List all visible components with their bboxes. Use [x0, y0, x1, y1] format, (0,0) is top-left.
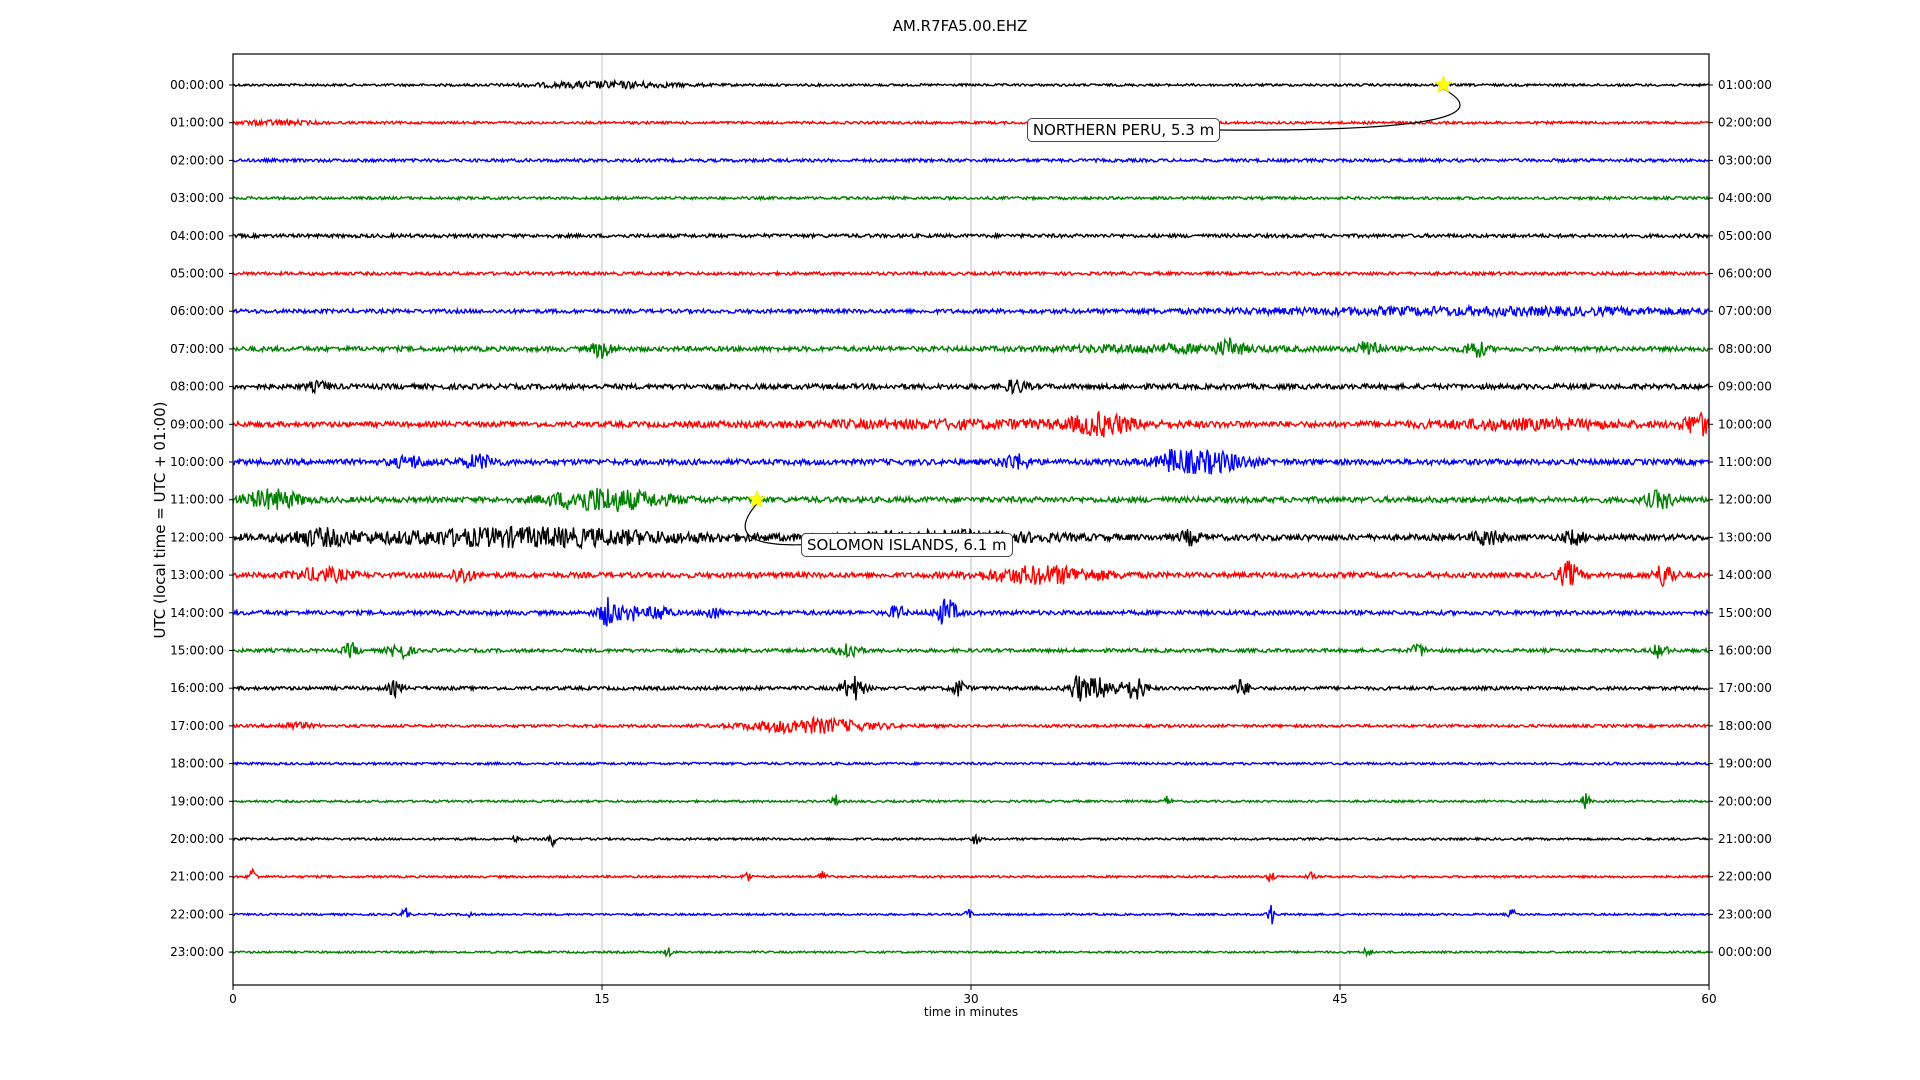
left-tick-label: 18:00:00	[170, 757, 224, 771]
right-tick-label: 03:00:00	[1718, 153, 1772, 167]
x-tick-label: 0	[229, 992, 237, 1006]
left-tick-label: 04:00:00	[170, 229, 224, 243]
left-tick-label: 14:00:00	[170, 606, 224, 620]
left-tick-label: 19:00:00	[170, 794, 224, 808]
x-axis-label: time in minutes	[924, 1005, 1018, 1019]
left-tick-label: 20:00:00	[170, 832, 224, 846]
left-tick-label: 17:00:00	[170, 719, 224, 733]
right-tick-label: 18:00:00	[1718, 719, 1772, 733]
event-annotation: SOLOMON ISLANDS, 6.1 m	[800, 532, 1013, 557]
left-axis: 00:00:00 01:00:00 02:00:00 03:00:00 04:00:00…	[170, 78, 233, 959]
right-tick-label: 20:00:00	[1718, 794, 1772, 808]
left-tick-label: 02:00:00	[170, 153, 224, 167]
right-tick-label: 14:00:00	[1718, 568, 1772, 582]
annotation-connector	[744, 503, 801, 546]
left-tick-label: 16:00:00	[170, 681, 224, 695]
left-tick-label: 08:00:00	[170, 380, 224, 394]
right-tick-label: 22:00:00	[1718, 870, 1772, 884]
left-tick-label: 07:00:00	[170, 342, 224, 356]
right-tick-label: 05:00:00	[1718, 229, 1772, 243]
right-tick-label: 13:00:00	[1718, 530, 1772, 544]
left-tick-label: 12:00:00	[170, 530, 224, 544]
right-tick-label: 10:00:00	[1718, 417, 1772, 431]
x-tick-label: 45	[1332, 992, 1347, 1006]
left-tick-label: 15:00:00	[170, 644, 224, 658]
x-axis: 0 15 30 45 60	[229, 985, 1717, 1006]
right-tick-label: 15:00:00	[1718, 606, 1772, 620]
right-tick-label: 19:00:00	[1718, 757, 1772, 771]
left-tick-label: 22:00:00	[170, 907, 224, 921]
right-tick-label: 06:00:00	[1718, 267, 1772, 281]
left-tick-label: 23:00:00	[170, 945, 224, 959]
right-axis: 01:00:00 02:00:00 03:00:00 04:00:00 05:00:00…	[1709, 78, 1772, 959]
left-tick-label: 21:00:00	[170, 870, 224, 884]
right-tick-label: 08:00:00	[1718, 342, 1772, 356]
x-tick-label: 30	[963, 992, 978, 1006]
right-tick-label: 23:00:00	[1718, 907, 1772, 921]
y-axis-label: UTC (local time = UTC + 01:00)	[151, 402, 169, 639]
right-tick-label: 21:00:00	[1718, 832, 1772, 846]
left-tick-label: 11:00:00	[170, 493, 224, 507]
left-tick-label: 10:00:00	[170, 455, 224, 469]
left-tick-label: 00:00:00	[170, 78, 224, 92]
right-tick-label: 11:00:00	[1718, 455, 1772, 469]
left-tick-label: 03:00:00	[170, 191, 224, 205]
left-tick-label: 05:00:00	[170, 267, 224, 281]
right-tick-label: 12:00:00	[1718, 493, 1772, 507]
right-tick-label: 02:00:00	[1718, 116, 1772, 130]
event-star-marker	[1434, 75, 1453, 93]
right-tick-label: 17:00:00	[1718, 681, 1772, 695]
left-tick-label: 13:00:00	[170, 568, 224, 582]
right-tick-label: 09:00:00	[1718, 380, 1772, 394]
right-tick-label: 07:00:00	[1718, 304, 1772, 318]
x-tick-label: 15	[594, 992, 609, 1006]
left-tick-label: 06:00:00	[170, 304, 224, 318]
x-tick-label: 60	[1701, 992, 1716, 1006]
left-tick-label: 01:00:00	[170, 116, 224, 130]
event-annotation: NORTHERN PERU, 5.3 m	[1026, 118, 1221, 142]
grid-lines	[601, 54, 1341, 985]
right-tick-label: 16:00:00	[1718, 644, 1772, 658]
right-tick-label: 01:00:00	[1718, 78, 1772, 92]
right-tick-label: 00:00:00	[1718, 945, 1772, 959]
left-tick-label: 09:00:00	[170, 417, 224, 431]
right-tick-label: 04:00:00	[1718, 191, 1772, 205]
